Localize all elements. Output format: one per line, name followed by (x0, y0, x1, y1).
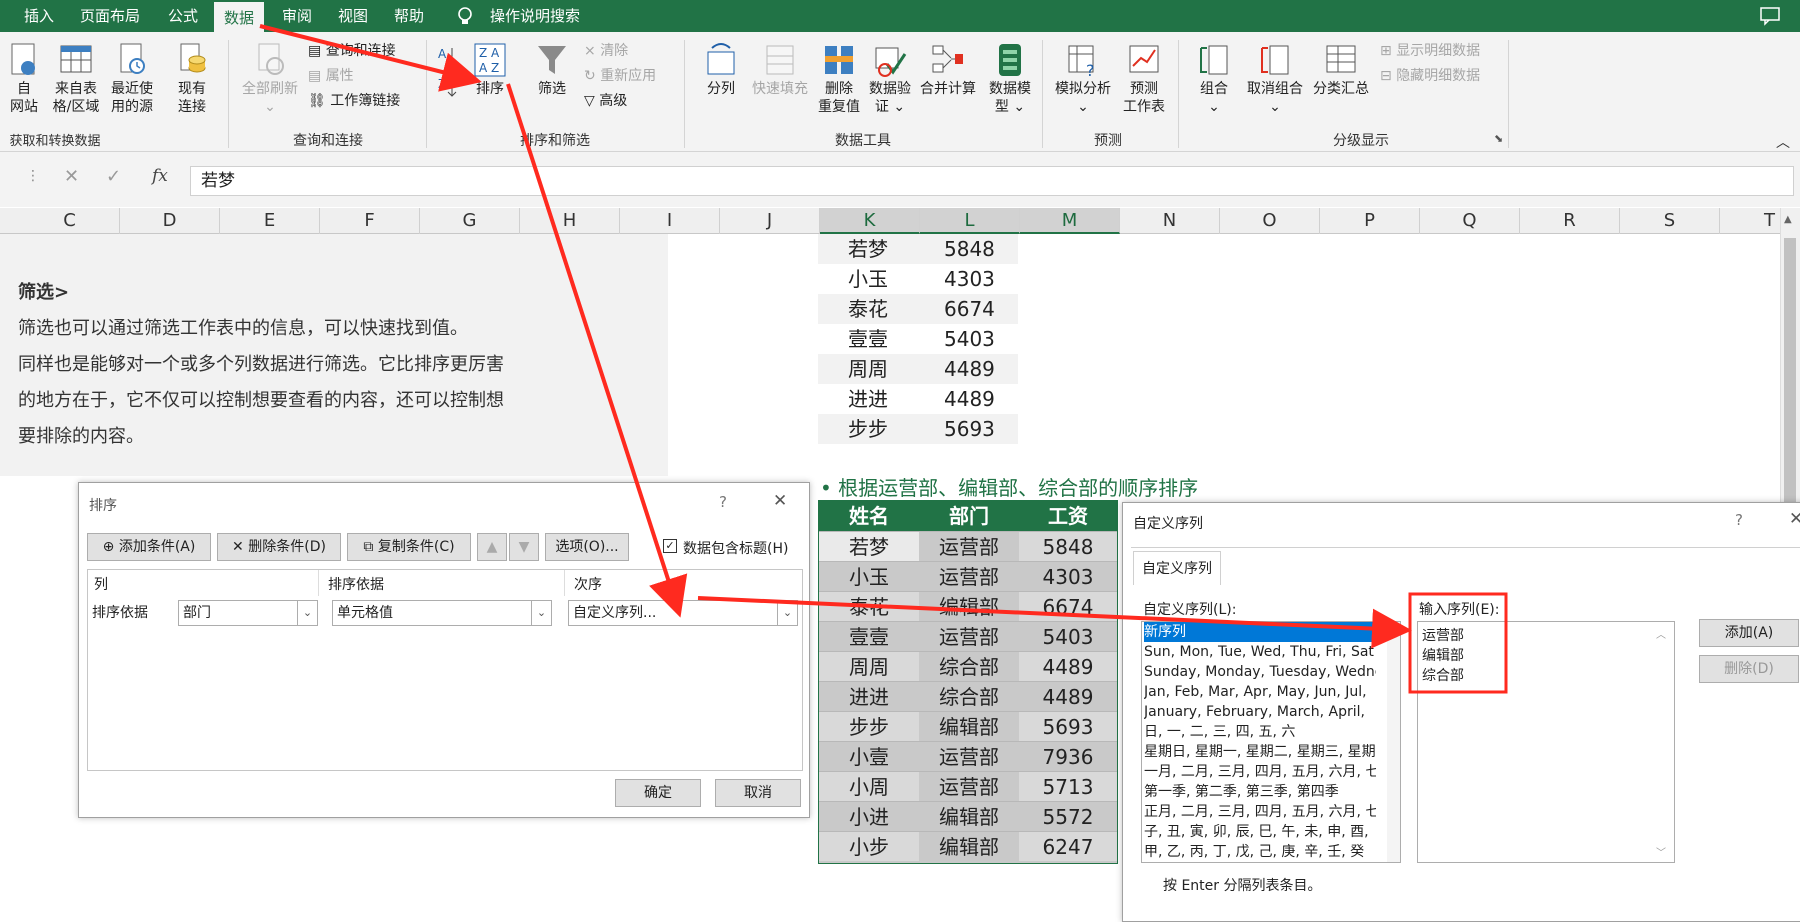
annotation-arrow (506, 83, 688, 618)
annotation-arrow (697, 596, 1412, 649)
annotation-arrow (259, 24, 482, 92)
annotation-highlight-box (1408, 592, 1508, 694)
annotation-overlay (259, 24, 1508, 694)
